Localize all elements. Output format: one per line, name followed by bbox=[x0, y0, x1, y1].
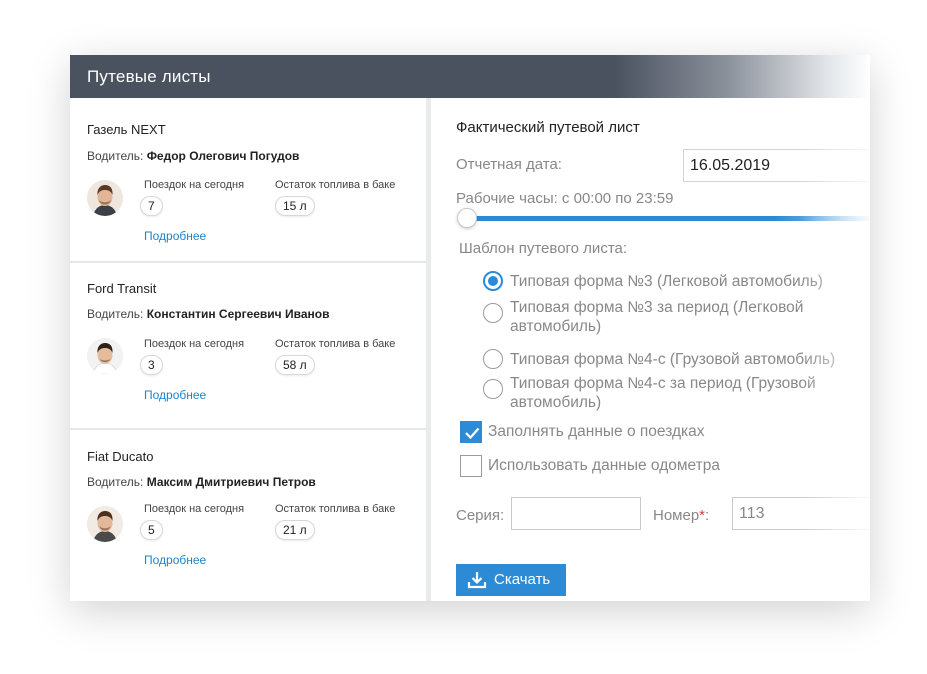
radio-checked-icon[interactable] bbox=[483, 271, 503, 291]
template-option-label: Типовая форма №3 (Легковой автомобиль) bbox=[510, 273, 823, 290]
driver-line: Водитель: Максим Дмитриевич Петров bbox=[87, 475, 316, 489]
trips-list: Газель NEXT Водитель: Федор Олегович Пог… bbox=[70, 98, 426, 601]
details-link[interactable]: Подробнее bbox=[144, 553, 206, 567]
use-odometer-label: Использовать данные одометра bbox=[488, 457, 720, 474]
vehicle-name: Газель NEXT bbox=[87, 122, 166, 137]
driver-line: Водитель: Константин Сергеевич Иванов bbox=[87, 307, 329, 321]
report-date-label: Отчетная дата: bbox=[456, 156, 562, 173]
driver-prefix: Водитель: bbox=[87, 307, 144, 321]
title-bar: Путевые листы bbox=[70, 55, 870, 98]
use-odometer-checkbox[interactable] bbox=[460, 455, 482, 477]
template-option-label: Типовая форма №4-с за период (Грузовой а… bbox=[510, 375, 816, 411]
number-label-colon: : bbox=[705, 507, 710, 524]
template-label: Шаблон путевого листа: bbox=[459, 240, 628, 257]
driver-name: Константин Сергеевич Иванов bbox=[146, 307, 330, 321]
driver-prefix: Водитель: bbox=[87, 475, 144, 489]
fill-trips-checkbox[interactable] bbox=[460, 421, 482, 443]
series-input[interactable] bbox=[511, 497, 641, 530]
waybills-window: Путевые листы Газель NEXT Водитель: Федо… bbox=[70, 55, 870, 601]
radio-unchecked-icon[interactable] bbox=[483, 349, 503, 369]
radio-unchecked-icon[interactable] bbox=[483, 303, 503, 323]
report-date-input[interactable]: 16.05.2019 bbox=[683, 149, 870, 182]
working-hours-slider-handle[interactable] bbox=[457, 208, 477, 228]
trips-today-count: 5 bbox=[140, 520, 163, 540]
number-label: Номер*: bbox=[653, 507, 709, 524]
fuel-label: Остаток топлива в баке bbox=[275, 503, 396, 515]
trip-card: Газель NEXT Водитель: Федор Олегович Пог… bbox=[70, 98, 426, 263]
trips-today-label: Поездок на сегодня bbox=[144, 503, 245, 515]
driver-avatar bbox=[87, 506, 123, 542]
checkmark-icon bbox=[465, 427, 480, 440]
working-hours-slider[interactable] bbox=[461, 216, 870, 221]
window-title: Путевые листы bbox=[87, 67, 211, 86]
fuel-label: Остаток топлива в баке bbox=[275, 179, 396, 191]
waybill-form: Фактический путевой лист Отчетная дата: … bbox=[431, 98, 870, 601]
driver-prefix: Водитель: bbox=[87, 149, 144, 163]
driver-line: Водитель: Федор Олегович Погудов bbox=[87, 149, 299, 163]
driver-name: Максим Дмитриевич Петров bbox=[146, 475, 316, 489]
fuel-value: 58 л bbox=[275, 355, 315, 375]
details-link[interactable]: Подробнее bbox=[144, 229, 206, 243]
details-link[interactable]: Подробнее bbox=[144, 388, 206, 402]
trip-card: Fiat Ducato Водитель: Максим Дмитриевич … bbox=[70, 434, 426, 599]
vehicle-name: Fiat Ducato bbox=[87, 449, 154, 464]
driver-avatar bbox=[87, 338, 123, 374]
trips-today-count: 7 bbox=[140, 196, 163, 216]
download-button[interactable]: Скачать bbox=[456, 564, 566, 596]
trip-card: Ford Transit Водитель: Константин Сергее… bbox=[70, 265, 426, 430]
radio-unchecked-icon[interactable] bbox=[483, 379, 503, 399]
trips-today-label: Поездок на сегодня bbox=[144, 338, 245, 350]
download-icon bbox=[467, 572, 487, 589]
template-option-label: Типовая форма №4-с (Грузовой автомобиль) bbox=[510, 351, 836, 368]
template-option-label: Типовая форма №3 за период (Легковой авт… bbox=[510, 299, 804, 335]
download-button-label: Скачать bbox=[494, 571, 551, 588]
driver-name: Федор Олегович Погудов bbox=[146, 149, 300, 163]
number-label-text: Номер bbox=[653, 507, 700, 524]
trips-today-label: Поездок на сегодня bbox=[144, 179, 245, 191]
fuel-value: 21 л bbox=[275, 520, 315, 540]
fuel-label: Остаток топлива в баке bbox=[275, 338, 396, 350]
series-label: Серия: bbox=[456, 507, 505, 524]
fuel-value: 15 л bbox=[275, 196, 315, 216]
form-title: Фактический путевой лист bbox=[456, 119, 640, 136]
vehicle-name: Ford Transit bbox=[87, 281, 157, 296]
driver-avatar bbox=[87, 180, 123, 216]
number-input[interactable]: 113 bbox=[732, 497, 870, 530]
trips-today-count: 3 bbox=[140, 355, 163, 375]
fill-trips-label: Заполнять данные о поездках bbox=[488, 423, 705, 440]
working-hours-label: Рабочие часы: с 00:00 по 23:59 bbox=[456, 190, 674, 207]
